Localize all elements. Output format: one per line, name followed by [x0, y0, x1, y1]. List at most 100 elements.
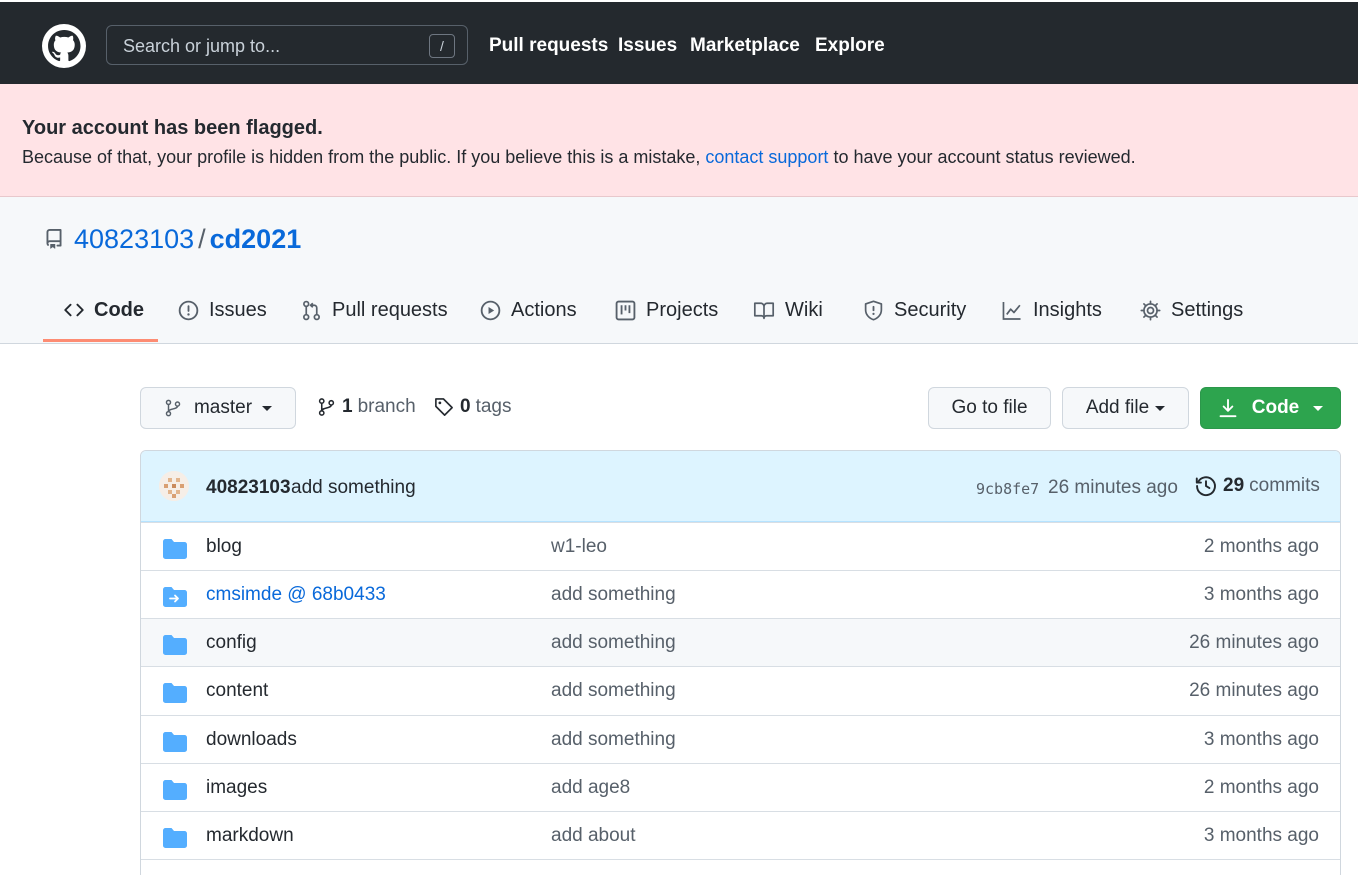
tags-link[interactable]: 0 tags	[434, 396, 512, 418]
tab-projects-label: Projects	[646, 299, 719, 321]
tab-insights[interactable]: Insights	[1001, 299, 1102, 339]
file-name-link[interactable]: markdown	[206, 825, 294, 847]
history-icon	[1195, 476, 1216, 497]
gear-icon	[1140, 300, 1161, 321]
code-download-button[interactable]: Code	[1200, 387, 1341, 429]
selected-tab-underline	[43, 339, 158, 342]
file-commit-message[interactable]: add something	[551, 680, 676, 702]
file-name-link[interactable]: downloads	[206, 729, 297, 751]
commit-sha-link[interactable]: 9cb8fe7	[976, 480, 1039, 498]
tab-settings[interactable]: Settings	[1140, 299, 1243, 339]
repo-title: 40823103/cd2021	[74, 224, 301, 255]
tab-issues[interactable]: Issues	[178, 299, 267, 339]
project-icon	[615, 300, 636, 321]
file-row-downloads[interactable]: downloads add something 3 months ago	[141, 715, 1340, 763]
search-placeholder: Search or jump to...	[123, 36, 281, 56]
flash-body: Because of that, your profile is hidden …	[22, 147, 1136, 168]
branch-icon	[165, 399, 181, 417]
go-to-file-label: Go to file	[951, 397, 1028, 418]
code-icon	[64, 303, 84, 317]
repo-name-link[interactable]: cd2021	[210, 224, 302, 254]
add-file-label: Add file	[1085, 397, 1150, 418]
go-to-file-button[interactable]: Go to file	[928, 387, 1051, 429]
file-row-content[interactable]: content add something 26 minutes ago	[141, 666, 1340, 714]
pull-request-icon	[303, 300, 320, 321]
identicon-icon	[159, 471, 189, 501]
tab-wiki-label: Wiki	[785, 299, 823, 321]
contact-support-link[interactable]: contact support	[705, 147, 828, 167]
branch-select-button[interactable]: master	[140, 387, 296, 429]
code-button-label: Code	[1251, 397, 1300, 418]
search-input[interactable]: Search or jump to... /	[106, 25, 468, 65]
tab-projects[interactable]: Projects	[615, 299, 718, 339]
nav-pull-requests[interactable]: Pull requests	[489, 35, 608, 57]
tab-insights-label: Insights	[1033, 299, 1102, 321]
commit-history-link[interactable]: 29 commits	[1195, 475, 1320, 497]
submodule-folder-icon	[163, 587, 187, 607]
repo-separator: /	[198, 224, 206, 254]
latest-commit-bar: 40823103 add something 9cb8fe7 26 minute…	[141, 451, 1340, 522]
search-shortcut-key: /	[429, 34, 455, 58]
file-row-blog[interactable]: blog w1-leo 2 months ago	[141, 522, 1340, 570]
repo-owner-link[interactable]: 40823103	[74, 224, 194, 254]
file-commit-time: 26 minutes ago	[1189, 680, 1319, 701]
play-icon	[480, 300, 501, 321]
tag-icon	[435, 398, 453, 416]
avatar[interactable]	[159, 471, 189, 501]
file-commit-message[interactable]: w1-leo	[551, 536, 607, 558]
branch-icon	[318, 398, 335, 416]
folder-icon	[163, 732, 187, 752]
file-commit-message[interactable]: add age8	[551, 777, 630, 799]
file-commit-message[interactable]: add about	[551, 825, 636, 847]
folder-icon	[163, 635, 187, 655]
file-commit-message[interactable]: add something	[551, 584, 676, 606]
tab-code[interactable]: Code	[64, 299, 144, 339]
tab-pull-requests[interactable]: Pull requests	[301, 299, 448, 339]
file-row-config[interactable]: config add something 26 minutes ago	[141, 618, 1340, 666]
tag-label: tags	[475, 396, 512, 417]
file-commit-time: 3 months ago	[1203, 825, 1319, 846]
nav-issues[interactable]: Issues	[618, 35, 677, 57]
file-row-markdown[interactable]: markdown add about 3 months ago	[141, 811, 1340, 859]
folder-icon	[163, 539, 187, 559]
add-file-button[interactable]: Add file	[1062, 387, 1189, 429]
flash-body-before: Because of that, your profile is hidden …	[22, 147, 706, 167]
repo-header: 40823103/cd2021 Code Issues Pull request…	[0, 197, 1358, 344]
file-commit-time: 2 months ago	[1203, 777, 1319, 798]
file-commit-time: 3 months ago	[1203, 729, 1319, 750]
file-name-link[interactable]: config	[206, 632, 257, 654]
file-commit-time: 2 months ago	[1203, 536, 1319, 557]
tab-security[interactable]: Security	[863, 299, 966, 339]
file-row-cmsimde[interactable]: cmsimde @ 68b0433 add something 3 months…	[141, 570, 1340, 618]
file-commit-message[interactable]: add something	[551, 729, 676, 751]
branch-count: 1	[342, 396, 353, 417]
commit-time: 26 minutes ago	[1048, 477, 1178, 498]
file-name-link[interactable]: images	[206, 777, 267, 799]
book-icon	[753, 302, 775, 320]
chevron-down-icon	[1313, 405, 1324, 411]
file-name-link[interactable]: cmsimde @ 68b0433	[206, 584, 386, 606]
branches-link[interactable]: 1 branch	[317, 396, 416, 418]
download-icon	[1219, 398, 1237, 418]
file-row-images[interactable]: images add age8 2 months ago	[141, 763, 1340, 811]
tab-wiki[interactable]: Wiki	[753, 299, 823, 339]
nav-marketplace[interactable]: Marketplace	[690, 35, 800, 57]
file-commit-time: 26 minutes ago	[1189, 632, 1319, 653]
account-flagged-banner: Your account has been flagged. Because o…	[0, 84, 1358, 197]
tab-security-label: Security	[894, 299, 967, 321]
file-name-link[interactable]: blog	[206, 536, 242, 558]
file-commit-message[interactable]: add something	[551, 632, 676, 654]
folder-icon	[163, 780, 187, 800]
tab-actions[interactable]: Actions	[480, 299, 577, 339]
branch-name: master	[193, 397, 253, 418]
github-logo-icon[interactable]	[42, 24, 86, 68]
commit-author-link[interactable]: 40823103	[206, 477, 291, 499]
commit-message-link[interactable]: add something	[291, 477, 416, 499]
nav-explore[interactable]: Explore	[815, 35, 885, 57]
commit-count-number: 29	[1223, 475, 1245, 496]
issue-icon	[178, 300, 199, 321]
file-row-next[interactable]	[141, 859, 1340, 875]
global-header: Search or jump to... / Pull requests Iss…	[0, 0, 1358, 84]
file-name-link[interactable]: content	[206, 680, 268, 702]
branch-label: branch	[357, 396, 416, 417]
